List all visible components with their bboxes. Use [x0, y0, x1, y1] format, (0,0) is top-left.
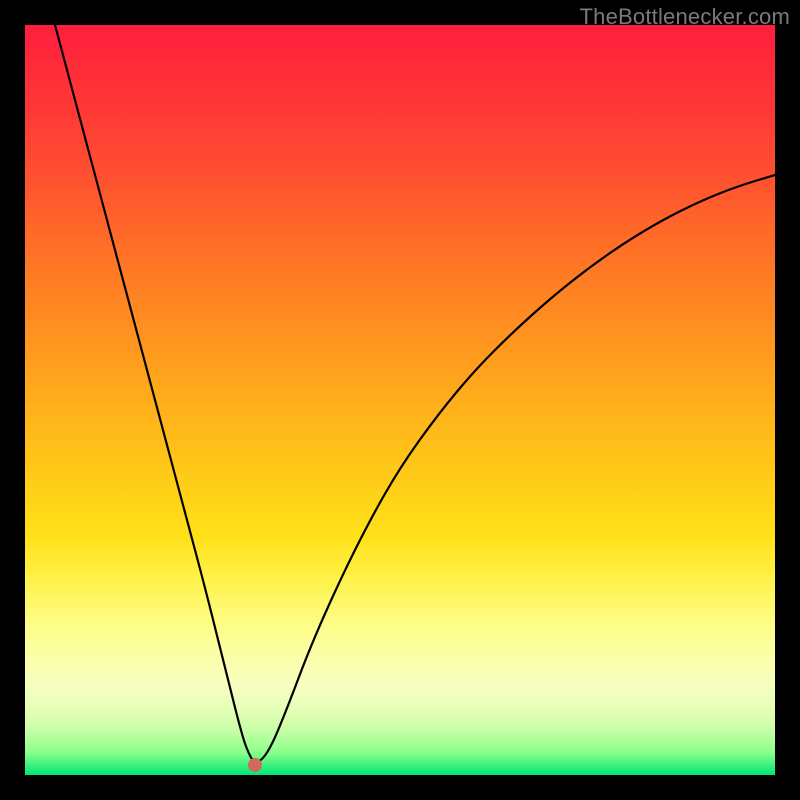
- optimal-point-marker: [248, 758, 262, 772]
- chart-container: TheBottlenecker.com: [0, 0, 800, 800]
- bottleneck-curve: [25, 25, 775, 775]
- plot-area: [25, 25, 775, 775]
- curve-path: [55, 25, 775, 762]
- attribution-text: TheBottlenecker.com: [580, 4, 790, 30]
